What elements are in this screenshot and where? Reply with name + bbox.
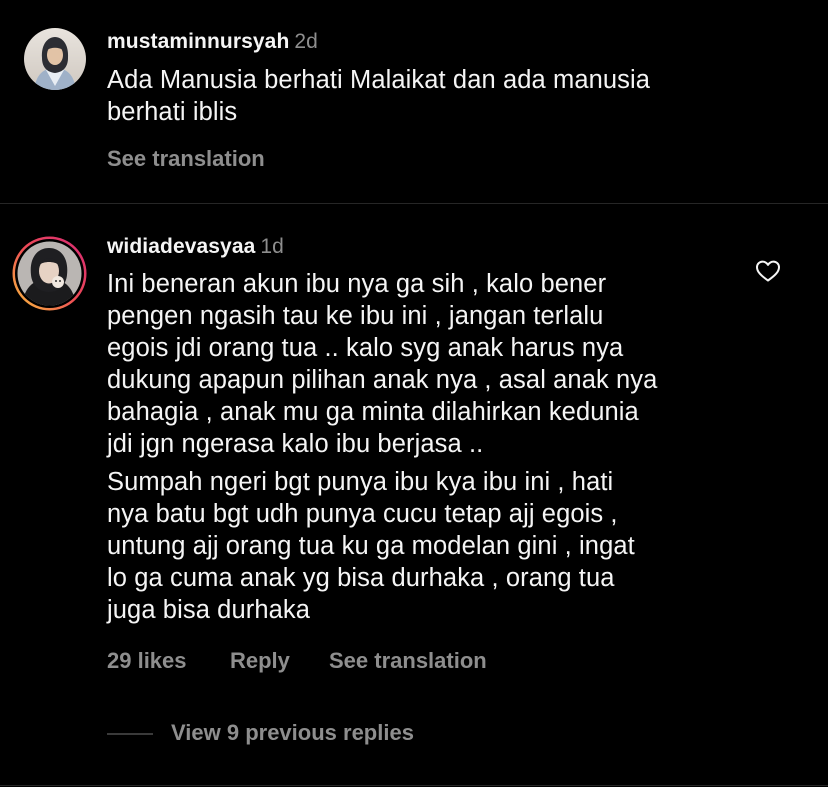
reply-button[interactable]: Reply [230, 648, 290, 674]
comment-text-line: untung ajj orang tua ku ga modelan gini … [107, 532, 635, 560]
comment-text-line: berhati iblis [107, 98, 238, 126]
comment-item: widiadevasyaa 1d Ini beneran akun ibu nya… [0, 204, 828, 787]
comment-text-line: juga bisa durhaka [107, 596, 311, 624]
profile-photo-icon [24, 28, 86, 90]
comment-text-line: nya batu bgt udh punya cucu tetap ajj eg… [107, 500, 618, 528]
comment-item: mustaminnursyah 2d Ada Manusia berhati Ma… [0, 0, 828, 204]
comment-text-line: jdi jgn ngerasa kalo ibu berjasa .. [107, 430, 484, 458]
avatar[interactable] [11, 235, 88, 312]
comment-text-line: Ini beneran akun ibu nya ga sih , kalo b… [107, 270, 607, 298]
comment-time: 1d [260, 235, 284, 258]
comment-text-line: dukung apapun pilihan anak nya , asal an… [107, 366, 658, 394]
username[interactable]: mustaminnursyah [107, 30, 289, 53]
replies-divider-line [107, 733, 153, 735]
see-translation-button[interactable]: See translation [329, 648, 487, 674]
comment-text-line: egois jdi orang tua .. kalo syg anak har… [107, 334, 624, 362]
likes-count[interactable]: 29 likes [107, 648, 187, 674]
comment-text-line: Sumpah ngeri bgt punya ibu kya ibu ini ,… [107, 468, 614, 496]
profile-photo-story-ring-icon [12, 236, 87, 311]
comment-text-line: lo ga cuma anak yg bisa durhaka , orang … [107, 564, 615, 592]
comment-time: 2d [294, 30, 318, 53]
comment-text-line: bahagia , anak mu ga minta dilahirkan ke… [107, 398, 639, 426]
comment-text: Ini beneran akun ibu nya ga sih , kalo b… [107, 268, 657, 626]
username[interactable]: widiadevasyaa [107, 235, 255, 258]
comment-header: mustaminnursyah 2d [107, 30, 318, 54]
view-previous-replies-button[interactable]: View 9 previous replies [171, 720, 414, 746]
comment-paragraph: Sumpah ngeri bgt punya ibu kya ibu ini ,… [107, 466, 657, 626]
comment-paragraph: Ini beneran akun ibu nya ga sih , kalo b… [107, 268, 657, 460]
comment-text-line: Ada Manusia berhati Malaikat dan ada man… [107, 66, 651, 94]
comment-text: Ada Manusia berhati Malaikat dan ada man… [107, 64, 650, 128]
comment-text-line: pengen ngasih tau ke ibu ini , jangan te… [107, 302, 604, 330]
see-translation-button[interactable]: See translation [107, 146, 265, 172]
comment-header: widiadevasyaa 1d [107, 235, 284, 259]
avatar[interactable] [24, 28, 86, 90]
divider [0, 785, 828, 786]
heart-outline-icon[interactable] [755, 259, 781, 283]
